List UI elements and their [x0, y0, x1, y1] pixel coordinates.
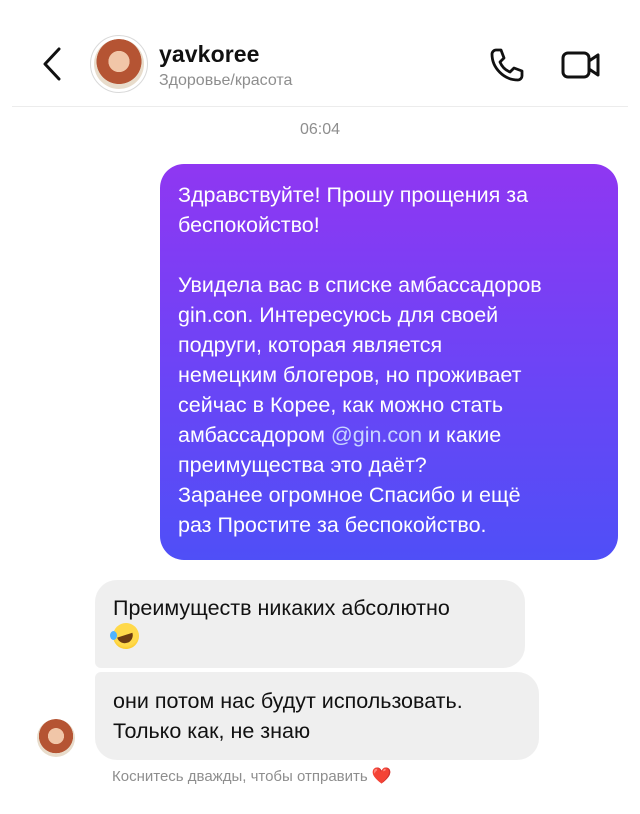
audio-call-button[interactable]	[488, 46, 526, 84]
header-divider	[12, 106, 628, 107]
video-call-button[interactable]	[560, 46, 602, 84]
message-line: подруги, которая является	[178, 333, 443, 357]
message-line: Преимуществ никаких абсолютно	[113, 596, 450, 620]
back-button[interactable]	[38, 44, 66, 84]
profile-avatar[interactable]	[90, 35, 148, 93]
incoming-message-bubble[interactable]: Преимуществ никаких абсолютно	[95, 580, 525, 668]
rolling-on-floor-laughing-emoji-icon	[110, 623, 139, 649]
message-timestamp: 06:04	[299, 121, 341, 138]
double-tap-hint: Коснитесь дважды, чтобы отправить ❤️	[112, 766, 392, 786]
outgoing-message-bubble[interactable]: Здравствуйте! Прошу прощения за беспокой…	[160, 164, 618, 560]
video-camera-icon	[561, 51, 600, 79]
message-line: Только как, не знаю	[113, 719, 311, 743]
hint-text: Коснитесь дважды, чтобы отправить	[112, 768, 368, 785]
message-line: амбассадором @gin.con и какие	[178, 420, 600, 450]
message-line	[110, 623, 507, 653]
message-text: и какие	[422, 423, 502, 447]
message-line: сейчас в Корее, как можно стать	[178, 393, 504, 417]
phone-icon	[490, 48, 524, 82]
message-line: gin.con. Интересуюсь для своей	[178, 303, 499, 327]
avatar-image	[94, 39, 144, 89]
message-line: раз Простите за беспокойство.	[178, 513, 487, 537]
chat-username[interactable]: yavkoree	[159, 41, 260, 68]
mention-link[interactable]: @gin.con	[331, 423, 422, 447]
incoming-message-bubble[interactable]: они потом нас будут использовать. Только…	[95, 672, 539, 760]
sender-avatar[interactable]	[37, 719, 75, 757]
message-line: преимущества это даёт?	[178, 453, 427, 477]
message-line: беспокойство!	[178, 213, 320, 237]
message-line: они потом нас будут использовать.	[113, 689, 463, 713]
message-line: Заранее огромное Спасибо и ещё	[178, 483, 521, 507]
chevron-left-icon	[43, 47, 61, 81]
chat-header: yavkoree Здоровье/красота	[0, 0, 640, 106]
message-text: амбассадором	[178, 423, 331, 447]
chat-category: Здоровье/красота	[159, 72, 293, 89]
red-heart-icon: ❤️	[371, 768, 392, 785]
message-line: немецким блогеров, но проживает	[178, 363, 522, 387]
message-line: Здравствуйте! Прошу прощения за	[178, 183, 529, 207]
message-line: Увидела вас в списке амбассадоров	[178, 273, 542, 297]
